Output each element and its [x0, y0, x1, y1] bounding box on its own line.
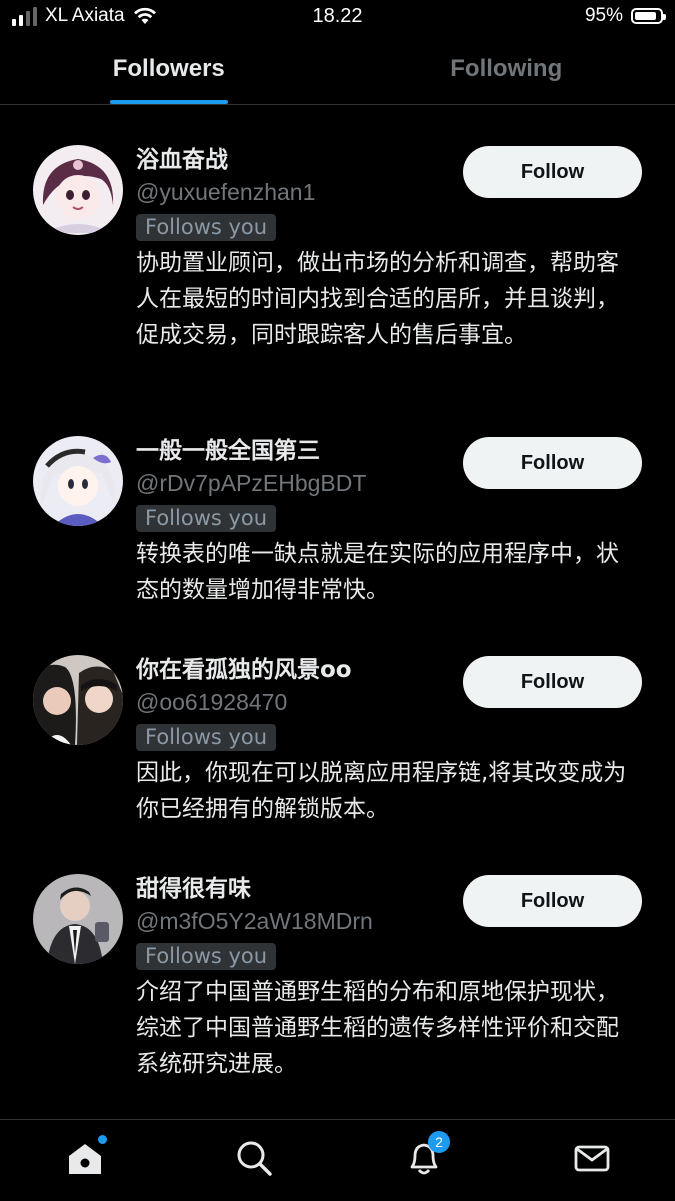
user-row[interactable]: 一般一般全国第三 @rDv7pAPzEHbgBDT Follows you 转换… [0, 396, 675, 614]
home-icon [65, 1138, 105, 1178]
tab-followers-label: Followers [113, 55, 225, 83]
user-row[interactable]: 你在看孤独的风景oo @oo61928470 Follows you 因此，你现… [0, 615, 675, 833]
battery-icon [631, 8, 663, 24]
search-icon [234, 1138, 274, 1178]
home-new-dot [98, 1135, 107, 1144]
user-row[interactable]: 浴血奋战 @yuxuefenzhan1 Follows you 协助置业顾问，做… [0, 105, 675, 395]
tab-following[interactable]: Following [338, 34, 675, 104]
follows-you-badge: Follows you [136, 505, 276, 532]
follows-you-badge: Follows you [136, 724, 276, 751]
nav-home[interactable] [65, 1138, 105, 1178]
follow-button[interactable]: Follow [463, 437, 642, 489]
status-time: 18.22 [0, 5, 675, 28]
notifications-badge: 2 [428, 1131, 450, 1153]
bottom-nav: 2 [0, 1119, 675, 1201]
nav-messages[interactable] [572, 1138, 612, 1178]
nav-search[interactable] [234, 1138, 274, 1178]
user-bio: 协助置业顾问，做出市场的分析和调查，帮助客人在最短的时间内找到合适的居所，并且谈… [136, 245, 636, 353]
status-bar: XL Axiata 18.22 95% [0, 0, 675, 34]
nav-notifications[interactable]: 2 [404, 1138, 444, 1178]
follow-button[interactable]: Follow [463, 656, 642, 708]
avatar[interactable] [33, 655, 123, 745]
follow-button[interactable]: Follow [463, 875, 642, 927]
battery-percentage: 95% [585, 5, 623, 27]
avatar[interactable] [33, 145, 123, 235]
active-tab-indicator [110, 100, 228, 104]
follow-button[interactable]: Follow [463, 146, 642, 198]
user-row[interactable]: 甜得很有味 @m3fO5Y2aW18MDrn Follows you 介绍了中国… [0, 834, 675, 1094]
user-bio: 因此，你现在可以脱离应用程序链,将其改变成为你已经拥有的解锁版本。 [136, 755, 636, 827]
mail-icon [572, 1138, 612, 1178]
follows-you-badge: Follows you [136, 943, 276, 970]
tab-following-label: Following [450, 55, 562, 83]
tab-followers[interactable]: Followers [0, 34, 338, 104]
follows-you-badge: Follows you [136, 214, 276, 241]
tab-bar: Followers Following [0, 34, 675, 105]
avatar[interactable] [33, 436, 123, 526]
avatar[interactable] [33, 874, 123, 964]
user-bio: 介绍了中国普通野生稻的分布和原地保护现状，综述了中国普通野生稻的遗传多样性评价和… [136, 974, 636, 1082]
user-bio: 转换表的唯一缺点就是在实际的应用程序中，状态的数量增加得非常快。 [136, 536, 636, 608]
